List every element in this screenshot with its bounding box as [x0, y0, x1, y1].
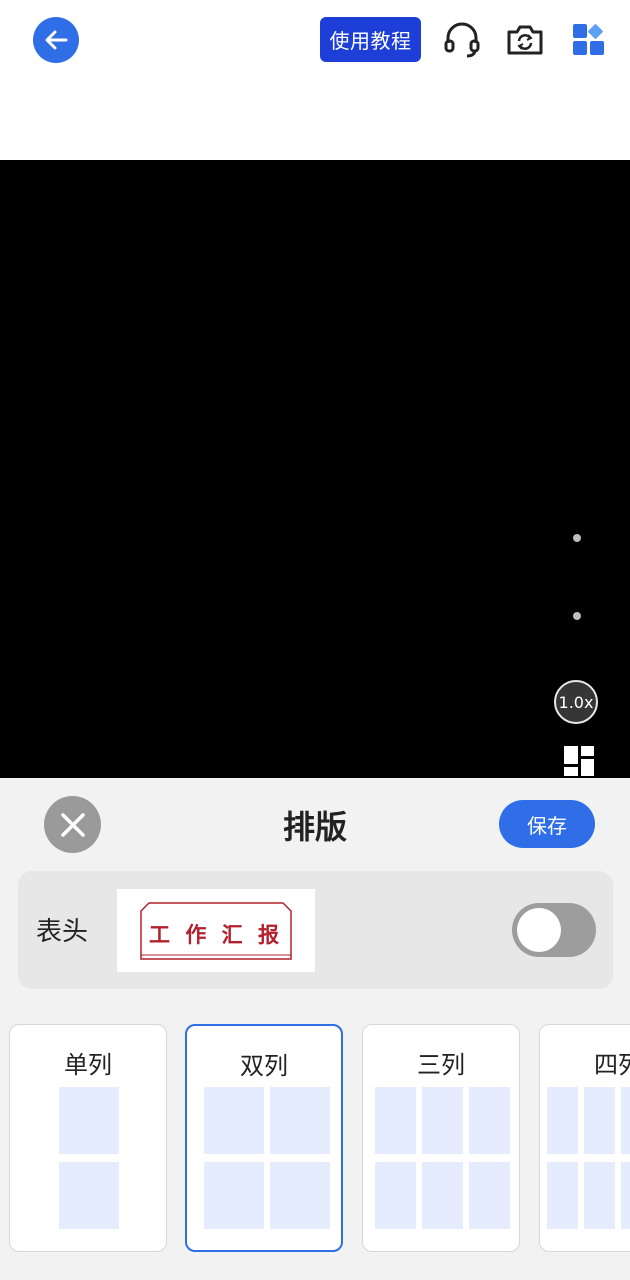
grid-cell [270, 1087, 330, 1154]
header-setting-row: 表头 工 作 汇 报 [18, 871, 613, 989]
zoom-button[interactable]: 1.0x [554, 680, 598, 724]
back-arrow-icon [45, 30, 68, 50]
grid-cell [422, 1162, 463, 1229]
grid-cell [59, 1087, 119, 1154]
grid-cell [469, 1162, 510, 1229]
header-preview[interactable]: 工 作 汇 报 [117, 889, 315, 972]
camera-switch-icon [507, 25, 543, 55]
layout-option-single[interactable]: 单列 [9, 1024, 167, 1252]
top-toolbar: 使用教程 [0, 0, 630, 160]
back-button[interactable] [33, 17, 79, 63]
layout-panel: 排版 保存 表头 工 作 汇 报 单列 双列 三列 四 [0, 778, 630, 1280]
layout-option-double[interactable]: 双列 [185, 1024, 343, 1252]
grid-cell [59, 1162, 119, 1229]
grid-cell [204, 1162, 264, 1229]
layout-option-triple[interactable]: 三列 [362, 1024, 520, 1252]
layout-options: 单列 双列 三列 四列 [0, 1024, 630, 1254]
grid-cell [204, 1087, 264, 1154]
grid-cell [375, 1162, 416, 1229]
option-label: 四列 [594, 1051, 630, 1079]
grid-cell [547, 1087, 578, 1154]
grid-cell [375, 1087, 416, 1154]
save-button[interactable]: 保存 [499, 800, 595, 848]
apps-button[interactable] [569, 20, 609, 60]
apps-grid-icon [573, 24, 604, 55]
grid-cell [270, 1162, 330, 1229]
option-label: 双列 [240, 1052, 288, 1080]
grid-cell [584, 1087, 615, 1154]
grid-cell [621, 1162, 630, 1229]
option-label: 三列 [417, 1051, 465, 1079]
customer-service-button[interactable] [442, 20, 482, 60]
grid-cell [469, 1087, 510, 1154]
layout-option-quad[interactable]: 四列 [539, 1024, 630, 1252]
header-toggle[interactable] [512, 903, 596, 957]
header-preview-text: 工 作 汇 报 [149, 922, 283, 947]
grid-cell [422, 1087, 463, 1154]
grid-cell [584, 1162, 615, 1229]
headset-icon [444, 22, 480, 58]
indicator-dot [573, 612, 581, 620]
switch-camera-button[interactable] [505, 20, 545, 60]
layout-icon[interactable] [563, 745, 595, 777]
camera-viewfinder[interactable]: 1.0x [0, 160, 630, 778]
header-label: 表头 [36, 917, 89, 947]
option-label: 单列 [64, 1051, 112, 1079]
grid-cell [621, 1087, 630, 1154]
tutorial-button[interactable]: 使用教程 [320, 17, 421, 62]
indicator-dot [573, 534, 581, 542]
grid-cell [547, 1162, 578, 1229]
toggle-knob [517, 908, 561, 952]
